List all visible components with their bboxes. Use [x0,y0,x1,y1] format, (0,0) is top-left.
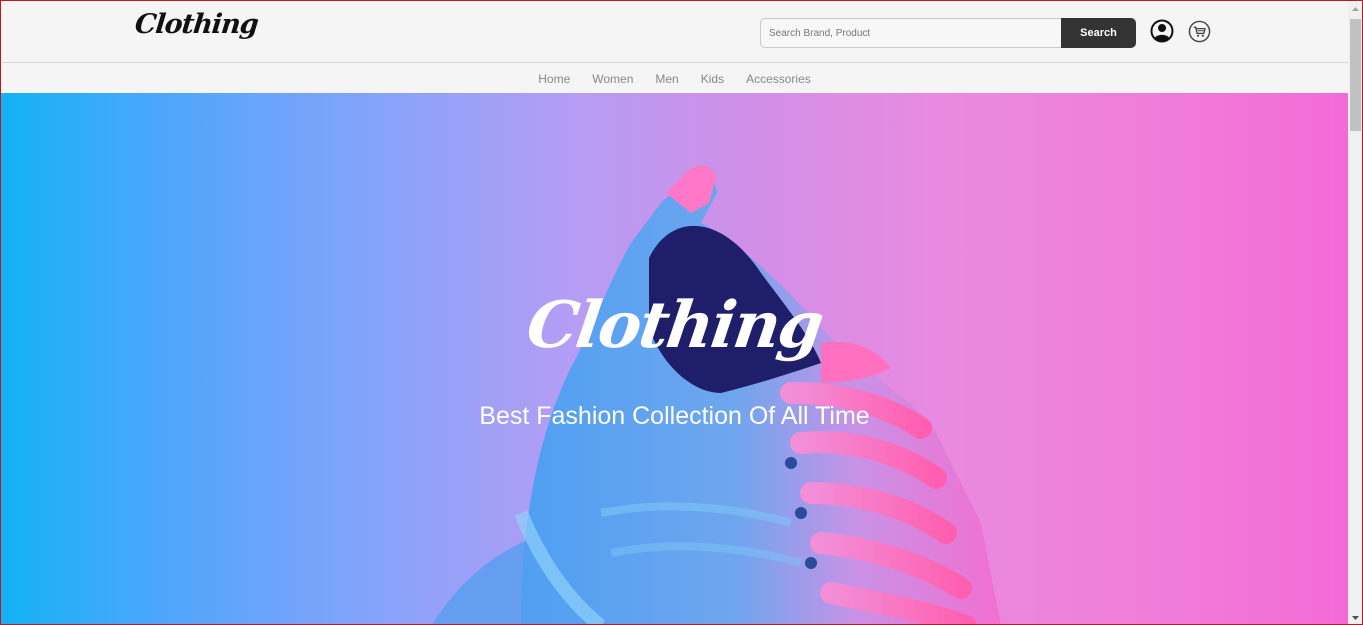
hero-banner: Clothing Best Fashion Collection Of All … [1,93,1348,624]
scroll-down-arrow-icon[interactable] [1348,612,1363,624]
page-scrollbar[interactable] [1348,1,1363,624]
search-input[interactable] [760,18,1061,48]
hero-tagline: Best Fashion Collection Of All Time [479,402,870,430]
user-account-icon[interactable] [1150,19,1174,43]
scroll-up-arrow-icon[interactable] [1348,3,1363,15]
search-bar: Search [760,18,1136,48]
shopping-cart-icon[interactable] [1188,20,1211,43]
browser-viewport: Clothing Search Home Women Men Kids Acce… [0,0,1363,625]
site-header: Clothing Search [1,1,1348,63]
nav-item-accessories[interactable]: Accessories [746,72,811,86]
main-navigation: Home Women Men Kids Accessories [1,64,1348,93]
nav-item-women[interactable]: Women [592,72,633,86]
site-logo[interactable]: Clothing [133,9,259,40]
hero-logo-text: Clothing [522,288,827,363]
nav-item-men[interactable]: Men [655,72,678,86]
nav-item-kids[interactable]: Kids [701,72,724,86]
scrollbar-thumb[interactable] [1350,19,1361,131]
search-button[interactable]: Search [1061,18,1136,48]
nav-item-home[interactable]: Home [538,72,570,86]
